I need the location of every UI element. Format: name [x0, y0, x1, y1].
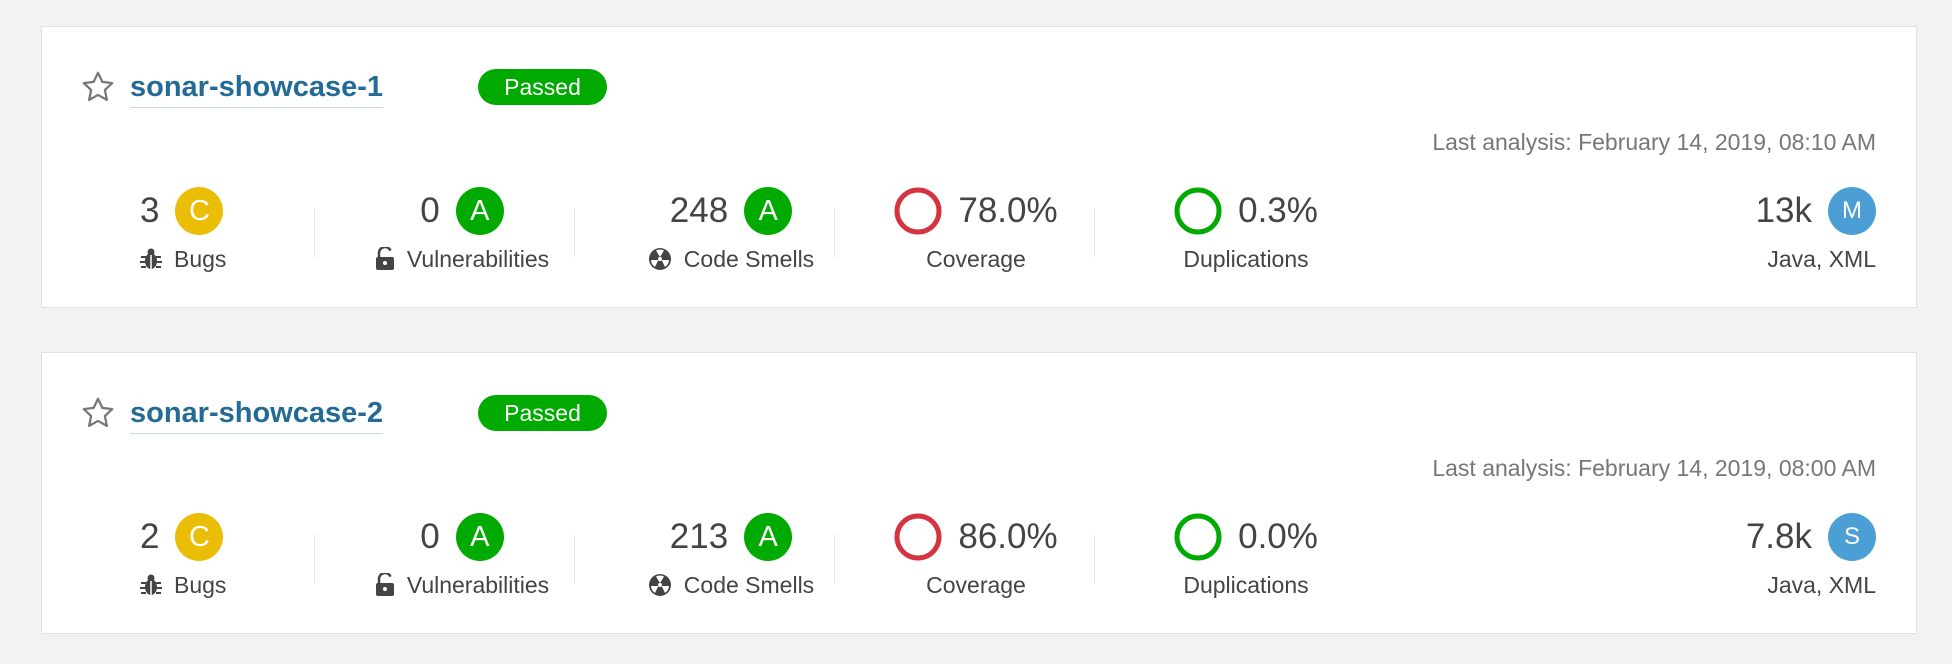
vulnerabilities-count[interactable]: 0 — [420, 187, 439, 235]
size-rating: M — [1828, 187, 1876, 235]
duplications-label: Duplications — [1183, 245, 1309, 272]
divider — [574, 209, 575, 257]
divider — [1094, 535, 1095, 583]
star-icon[interactable] — [80, 69, 116, 105]
languages-label: Java, XML — [1767, 245, 1876, 272]
lines-of-code: 7.8k — [1745, 517, 1812, 556]
lock-icon — [375, 247, 394, 270]
vulnerabilities-count[interactable]: 0 — [420, 513, 439, 561]
size-measure: 7.8k S Java, XML — [1676, 513, 1876, 603]
bugs-rating[interactable]: C — [175, 187, 224, 235]
lock-icon — [375, 573, 394, 596]
vulnerabilities-label: Vulnerabilities — [406, 571, 550, 598]
star-icon[interactable] — [80, 395, 116, 431]
quality-gate-badge: Passed — [478, 395, 607, 431]
duplications-ring-icon — [1174, 187, 1222, 235]
code-smells-count[interactable]: 213 — [670, 513, 728, 561]
radiation-icon — [648, 248, 671, 270]
quality-gate-badge: Passed — [478, 69, 607, 105]
vulnerabilities-measure[interactable]: 0 A Vulnerabilities — [352, 513, 572, 603]
last-analysis-date: Last analysis: February 14, 2019, 08:00 … — [1432, 455, 1876, 481]
divider — [314, 209, 315, 257]
divider — [834, 209, 835, 257]
coverage-value[interactable]: 78.0% — [958, 187, 1057, 235]
coverage-label: Coverage — [926, 245, 1026, 272]
code-smells-measure[interactable]: 213 A Code Smells — [616, 513, 846, 603]
last-analysis-date: Last analysis: February 14, 2019, 08:10 … — [1432, 129, 1876, 155]
bugs-label: Bugs — [174, 245, 227, 272]
vulnerabilities-measure[interactable]: 0 A Vulnerabilities — [352, 187, 572, 277]
vulnerabilities-rating[interactable]: A — [455, 187, 504, 235]
bugs-label: Bugs — [174, 571, 227, 598]
duplications-ring-icon — [1174, 513, 1222, 561]
lines-of-code: 13k — [1755, 191, 1812, 230]
code-smells-label: Code Smells — [683, 571, 815, 598]
project-card: sonar-showcase-1 Passed Last analysis: F… — [41, 26, 1917, 308]
size-measure: 13k M Java, XML — [1676, 187, 1876, 277]
languages-label: Java, XML — [1767, 571, 1876, 598]
divider — [574, 535, 575, 583]
duplications-value[interactable]: 0.0% — [1238, 513, 1318, 561]
size-rating: S — [1828, 513, 1876, 561]
code-smells-rating[interactable]: A — [744, 187, 793, 235]
vulnerabilities-label: Vulnerabilities — [406, 245, 550, 272]
coverage-value[interactable]: 86.0% — [958, 513, 1057, 561]
project-card: sonar-showcase-2 Passed Last analysis: F… — [41, 352, 1917, 634]
bugs-measure[interactable]: 2 C Bugs — [140, 513, 290, 603]
project-name-link[interactable]: sonar-showcase-2 — [130, 395, 384, 434]
code-smells-label: Code Smells — [683, 245, 815, 272]
bug-icon — [140, 248, 162, 269]
bugs-measure[interactable]: 3 C Bugs — [140, 187, 290, 277]
coverage-measure[interactable]: 78.0% Coverage — [876, 187, 1076, 277]
duplications-label: Duplications — [1183, 571, 1309, 598]
radiation-icon — [648, 574, 671, 596]
coverage-ring-icon — [894, 187, 942, 235]
bugs-rating[interactable]: C — [175, 513, 224, 561]
vulnerabilities-rating[interactable]: A — [455, 513, 504, 561]
coverage-label: Coverage — [926, 571, 1026, 598]
duplications-measure[interactable]: 0.3% Duplications — [1146, 187, 1346, 277]
divider — [834, 535, 835, 583]
divider — [314, 535, 315, 583]
duplications-measure[interactable]: 0.0% Duplications — [1146, 513, 1346, 603]
coverage-ring-icon — [894, 513, 942, 561]
code-smells-measure[interactable]: 248 A Code Smells — [616, 187, 846, 277]
divider — [1094, 209, 1095, 257]
project-name-link[interactable]: sonar-showcase-1 — [130, 69, 384, 108]
coverage-measure[interactable]: 86.0% Coverage — [876, 513, 1076, 603]
bugs-count[interactable]: 2 — [140, 513, 159, 561]
duplications-value[interactable]: 0.3% — [1238, 187, 1318, 235]
bug-icon — [140, 574, 162, 595]
bugs-count[interactable]: 3 — [140, 187, 159, 235]
code-smells-rating[interactable]: A — [744, 513, 793, 561]
code-smells-count[interactable]: 248 — [670, 187, 728, 235]
